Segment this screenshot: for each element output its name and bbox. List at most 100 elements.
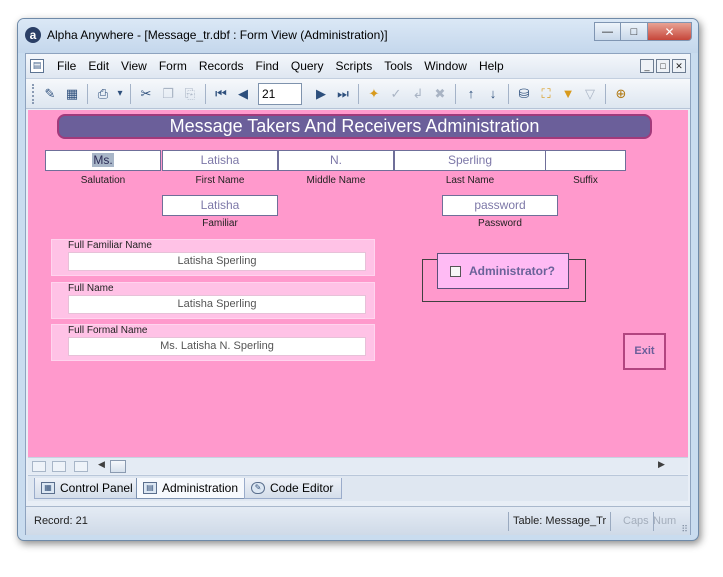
salutation-value: Ms. (92, 153, 114, 167)
maximize-button[interactable]: □ (621, 22, 648, 41)
print-dropdown-icon[interactable]: ▾ (114, 83, 126, 105)
full-familiar-name-label: Full Familiar Name (68, 240, 152, 251)
previous-record-icon[interactable]: ◀ (232, 83, 254, 105)
last-name-field[interactable]: Sperling (394, 150, 546, 171)
suffix-field[interactable] (545, 150, 626, 171)
search-icon[interactable]: ⛶ (535, 83, 557, 105)
menu-records[interactable]: Records (193, 59, 250, 73)
menu-help[interactable]: Help (473, 59, 510, 73)
mdi-close-button[interactable]: ✕ (672, 59, 686, 73)
save-edit-icon[interactable]: ✓ (385, 83, 407, 105)
new-record-icon[interactable]: ✦ (363, 83, 385, 105)
status-bar: Record: 21 Table: Message_Tr Caps Num ⠿ (26, 506, 690, 535)
tab-administration-label: Administration (162, 481, 239, 495)
full-formal-name-group: Full Formal Name Ms. Latisha N. Sperling (51, 324, 375, 361)
menu-tools[interactable]: Tools (378, 59, 418, 73)
form-icon: ▤ (143, 482, 157, 494)
window-title: Alpha Anywhere - [Message_tr.dbf : Form … (47, 28, 388, 42)
print-icon[interactable]: ⎙ (92, 83, 114, 105)
layout-tab-icon[interactable] (32, 461, 46, 472)
salutation-field[interactable]: Ms. (45, 150, 161, 171)
last-record-icon[interactable]: ⏭ (332, 83, 354, 105)
first-name-label: First Name (195, 175, 245, 186)
clear-filter-icon[interactable]: ▽ (579, 83, 601, 105)
cancel-edit-icon[interactable]: ✖ (429, 83, 451, 105)
client-area: ▤ File Edit View Form Records Find Query… (25, 53, 691, 535)
password-field[interactable]: password (442, 195, 558, 216)
enter-record-icon[interactable]: ↲ (407, 83, 429, 105)
filter-icon[interactable]: ▼ (557, 83, 579, 105)
sort-descending-icon[interactable]: ↓ (482, 83, 504, 105)
close-button[interactable]: ✕ (648, 22, 692, 41)
scroll-thumb[interactable] (110, 460, 126, 473)
status-table: Table: Message_Tr (508, 512, 612, 531)
toolbar-separator (605, 83, 606, 104)
administrator-checkbox[interactable] (450, 265, 461, 277)
mdi-controls: _ □ ✕ (640, 59, 686, 73)
tab-administration[interactable]: ▤ Administration (136, 478, 248, 499)
menu-scripts[interactable]: Scripts (330, 59, 379, 73)
cut-icon[interactable]: ✂ (135, 83, 157, 105)
tab-code-editor-label: Code Editor (270, 481, 334, 495)
title-bar[interactable]: a Alpha Anywhere - [Message_tr.dbf : For… (18, 19, 698, 53)
menu-bar: ▤ File Edit View Form Records Find Query… (26, 54, 690, 79)
mdi-minimize-button[interactable]: _ (640, 59, 654, 73)
query-icon[interactable]: ⛁ (513, 83, 535, 105)
table-view-icon[interactable]: ▦ (61, 83, 83, 105)
next-record-icon[interactable]: ▶ (310, 83, 332, 105)
code-editor-icon: ✎ (251, 482, 265, 494)
menu-window[interactable]: Window (418, 59, 473, 73)
menu-file[interactable]: File (51, 59, 82, 73)
toolbar-grip[interactable] (32, 83, 35, 104)
layout-tab-icon[interactable] (52, 461, 66, 472)
full-name-field[interactable]: Latisha Sperling (68, 295, 366, 314)
full-familiar-name-field[interactable]: Latisha Sperling (68, 252, 366, 271)
last-name-label: Last Name (445, 175, 495, 186)
horizontal-scrollbar[interactable]: ◀ ▶ (28, 457, 688, 474)
minimize-button[interactable]: — (594, 22, 621, 41)
salutation-label: Salutation (80, 175, 126, 186)
scroll-left-icon[interactable]: ◀ (98, 459, 105, 470)
edit-design-icon[interactable]: ✎ (39, 83, 61, 105)
suffix-label: Suffix (573, 175, 598, 186)
mdi-restore-button[interactable]: □ (656, 59, 670, 73)
tab-control-panel-label: Control Panel (60, 481, 133, 495)
tab-code-editor[interactable]: ✎ Code Editor (244, 478, 343, 499)
familiar-field[interactable]: Latisha (162, 195, 278, 216)
document-icon[interactable]: ▤ (30, 59, 44, 73)
full-formal-name-field[interactable]: Ms. Latisha N. Sperling (68, 337, 366, 356)
toolbar-separator (130, 83, 131, 104)
paste-icon[interactable]: ⎘ (179, 83, 201, 105)
first-name-field[interactable]: Latisha (162, 150, 278, 171)
toolbar: ✎ ▦ ⎙ ▾ ✂ ❐ ⎘ ⏮ ◀ ▶ ⏭ ✦ ✓ ↲ ✖ ↑ ↓ ⛁ ⛶ (26, 79, 690, 109)
alpha-anywhere-logo-icon: a (25, 27, 41, 43)
toolbar-separator (358, 83, 359, 104)
exit-button[interactable]: Exit (623, 333, 666, 370)
menu-view[interactable]: View (115, 59, 153, 73)
scroll-right-icon[interactable]: ▶ (658, 459, 665, 470)
full-formal-name-label: Full Formal Name (68, 325, 148, 336)
menu-query[interactable]: Query (285, 59, 330, 73)
status-record: Record: 21 (34, 515, 88, 527)
record-number-input[interactable] (258, 82, 302, 105)
menu-form[interactable]: Form (153, 59, 193, 73)
sort-ascending-icon[interactable]: ↑ (460, 83, 482, 105)
window-controls: — □ ✕ (594, 22, 692, 42)
menu-edit[interactable]: Edit (82, 59, 115, 73)
first-record-icon[interactable]: ⏮ (210, 83, 232, 105)
menu-find[interactable]: Find (250, 59, 285, 73)
full-familiar-name-group: Full Familiar Name Latisha Sperling (51, 239, 375, 276)
zoom-icon[interactable]: ⊕ (610, 83, 632, 105)
toolbar-separator (205, 83, 206, 104)
toolbar-separator (455, 83, 456, 104)
administrator-panel[interactable]: Administrator? (437, 253, 569, 289)
middle-name-field[interactable]: N. (278, 150, 394, 171)
layout-tab-icon[interactable] (74, 461, 88, 472)
form-canvas: Message Takers And Receivers Administrat… (28, 110, 688, 457)
status-num: Num (653, 515, 677, 527)
toolbar-separator (87, 83, 88, 104)
copy-icon[interactable]: ❐ (157, 83, 179, 105)
resize-grip-icon[interactable]: ⠿ (681, 525, 688, 534)
tab-control-panel[interactable]: ▦ Control Panel (34, 478, 142, 499)
familiar-label: Familiar (202, 218, 238, 229)
